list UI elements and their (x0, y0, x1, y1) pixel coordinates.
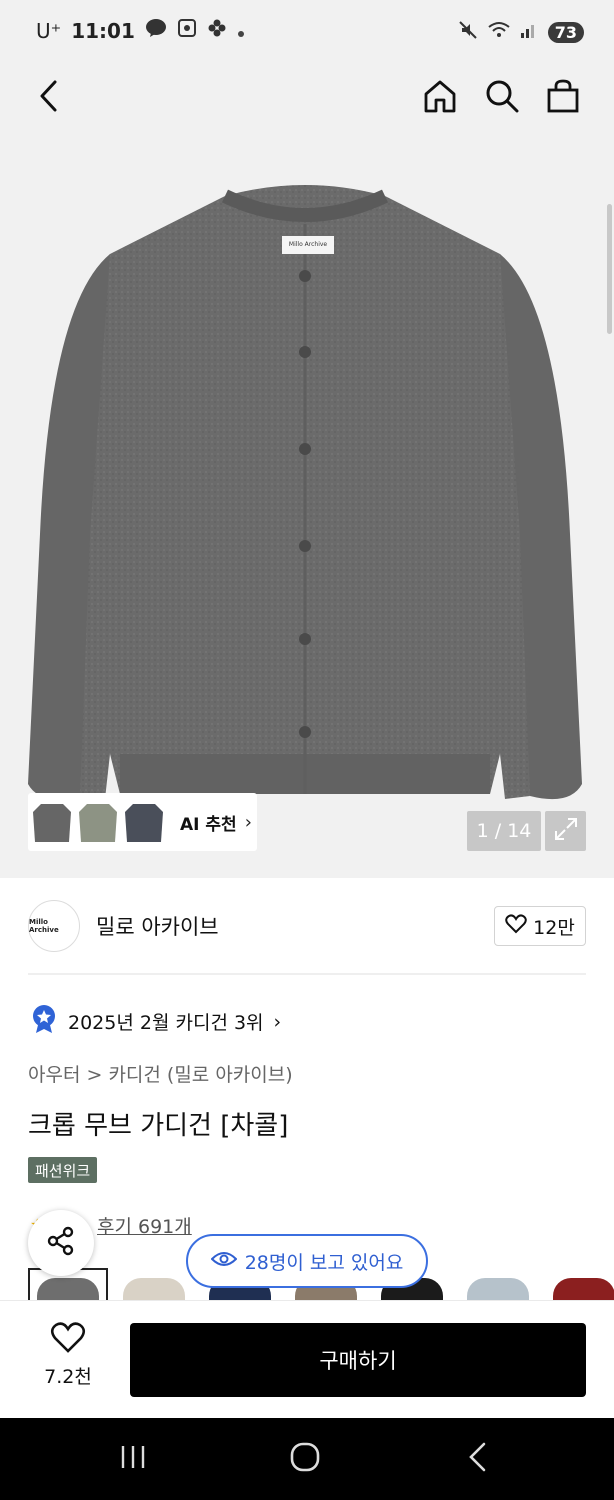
chevron-left-icon (467, 1442, 487, 1476)
swatch-fill (553, 1278, 614, 1302)
brand-logo[interactable]: Millo Archive (28, 900, 80, 952)
home-button[interactable] (418, 76, 462, 120)
screenshot-icon (177, 18, 197, 43)
product-title: 크롭 무브 가디건 [차콜] (28, 1111, 289, 1141)
image-counter: 1 / 14 (467, 811, 541, 851)
ranking-link[interactable]: 2025년 2월 카디건 3위 › (30, 1004, 281, 1039)
search-button[interactable] (480, 76, 524, 120)
eye-icon (210, 1250, 238, 1273)
live-viewers-pill: 28명이 보고 있어요 (186, 1234, 428, 1288)
brand-like-count: 12만 (533, 916, 575, 939)
heart-icon (505, 913, 527, 939)
swatch-fill (467, 1278, 529, 1302)
ai-thumb-1 (30, 796, 74, 848)
recents-icon (119, 1444, 147, 1474)
ai-thumb-3 (122, 796, 166, 848)
mute-icon (458, 20, 478, 44)
chevron-left-icon (37, 79, 59, 117)
live-viewers-text: 28명이 보고 있어요 (244, 1251, 404, 1274)
reviews-link[interactable]: 후기 691개 (97, 1212, 192, 1239)
shopping-bag-icon (545, 78, 581, 118)
medal-icon (30, 1004, 58, 1039)
kakaotalk-icon (145, 18, 167, 43)
wifi-icon (488, 21, 510, 43)
top-app-bar (0, 64, 614, 134)
expand-icon (553, 816, 579, 846)
chevron-right-icon: › (244, 811, 252, 833)
back-nav-button[interactable] (437, 1418, 517, 1500)
ai-recommend-button[interactable]: AI 추천 › (28, 793, 257, 851)
dot-icon (237, 19, 245, 43)
status-right: 73 (458, 20, 584, 44)
chevron-right-icon: › (273, 1010, 282, 1033)
brand-like-button[interactable]: 12만 (494, 906, 586, 946)
swatch-light-gray[interactable] (458, 1268, 538, 1302)
system-navigation-bar (0, 1418, 614, 1500)
breadcrumb[interactable]: 아우터 > 카디건 (밀로 아카이브) (28, 1060, 293, 1087)
brand-name[interactable]: 밀로 아카이브 (96, 911, 219, 941)
flower-icon (207, 18, 227, 43)
swatch-beige[interactable] (114, 1268, 194, 1302)
ai-recommend-label: AI 추천 (180, 814, 237, 835)
ai-thumb-2 (76, 796, 120, 848)
status-bar: U⁺ 11:01 73 (0, 0, 614, 64)
back-button[interactable] (28, 78, 68, 118)
divider (28, 973, 586, 975)
swatch-fill (37, 1278, 99, 1302)
scrollbar-thumb[interactable] (607, 204, 612, 334)
battery-indicator: 73 (547, 21, 584, 43)
signal-icon (520, 21, 538, 43)
clock: 11:01 (71, 18, 135, 43)
product-image-gallery[interactable]: Millo Archive (0, 134, 614, 878)
heart-icon (50, 1322, 86, 1358)
wishlist-count: 7.2천 (44, 1366, 92, 1388)
search-icon (484, 78, 520, 118)
home-icon (422, 78, 458, 118)
home-circle-icon (290, 1442, 320, 1476)
recents-button[interactable] (93, 1418, 173, 1500)
carrier-label: U⁺ (36, 18, 62, 43)
expand-button[interactable] (545, 811, 586, 851)
wishlist-button[interactable]: 7.2천 (30, 1322, 106, 1394)
garment-label: Millo Archive (288, 241, 328, 248)
share-icon (46, 1226, 76, 1260)
home-nav-button[interactable] (265, 1418, 345, 1500)
swatch-fill (123, 1278, 185, 1302)
swatch-red[interactable] (544, 1268, 614, 1302)
status-left: U⁺ 11:01 (36, 18, 245, 43)
buy-button[interactable]: 구매하기 (130, 1323, 586, 1397)
cart-button[interactable] (541, 76, 585, 120)
fashion-week-badge: 패션위크 (28, 1157, 98, 1183)
ranking-text: 2025년 2월 카디건 3위 (68, 1012, 264, 1034)
share-button[interactable] (28, 1210, 94, 1276)
